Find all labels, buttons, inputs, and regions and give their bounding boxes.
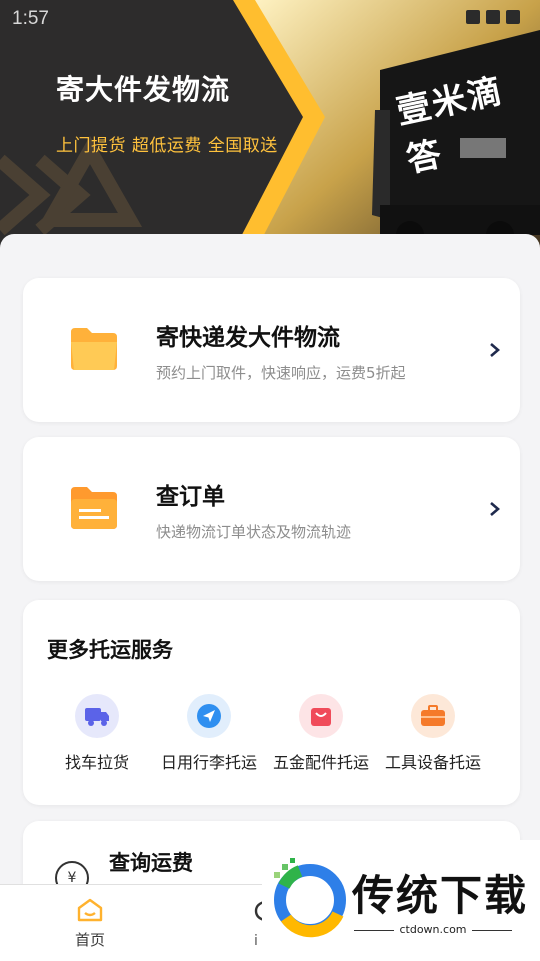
chevron-right-icon: [490, 502, 500, 516]
chevron-right-icon: [490, 343, 500, 357]
service-label: 五金配件托运: [272, 753, 369, 772]
banner-title: 寄大件发物流: [56, 73, 231, 106]
home-icon: [77, 898, 103, 922]
hero-banner[interactable]: 1:57 寄大件发物流 上门提货 超低运费 全国取送 壹米滴答: [0, 0, 540, 252]
card-description: 预约上门取件，快速响应，运费5折起: [156, 364, 406, 382]
watermark-logo-icon: [274, 858, 346, 938]
svg-text:i: i: [254, 933, 258, 949]
fee-title: 查询运费: [109, 851, 193, 875]
tab-home[interactable]: 首页: [60, 897, 120, 950]
watermark: 传统下载 ctdown.com: [262, 840, 540, 950]
check-order-card[interactable]: 查订单 快递物流订单状态及物流轨迹: [23, 437, 520, 581]
service-label: 找车拉货: [64, 753, 129, 772]
status-icons: [466, 10, 520, 24]
navigation-arrow-icon: [187, 694, 231, 738]
service-find-truck[interactable]: 找车拉货: [41, 694, 153, 773]
send-express-card[interactable]: 寄快递发大件物流 预约上门取件，快速响应，运费5折起: [23, 278, 520, 422]
folder-icon: [71, 328, 117, 370]
card-title: 寄快递发大件物流: [156, 325, 340, 351]
status-time: 1:57: [12, 8, 49, 29]
section-title: 更多托运服务: [47, 638, 173, 662]
banner-subtitle: 上门提货 超低运费 全国取送: [56, 136, 278, 156]
document-folder-icon: [71, 487, 117, 529]
card-title: 查订单: [156, 484, 225, 510]
service-tools[interactable]: 工具设备托运: [377, 694, 489, 773]
service-luggage[interactable]: 日用行李托运: [153, 694, 265, 773]
shopping-bag-icon: [299, 694, 343, 738]
watermark-url: ctdown.com: [354, 923, 512, 936]
service-label: 日用行李托运: [160, 753, 257, 772]
tab-label: 首页: [74, 931, 105, 949]
service-hardware[interactable]: 五金配件托运: [265, 694, 377, 773]
truck-icon: [75, 694, 119, 738]
toolbox-icon: [411, 694, 455, 738]
watermark-text: 传统下载: [352, 871, 529, 920]
card-description: 快递物流订单状态及物流轨迹: [156, 523, 352, 541]
more-services-card: 更多托运服务 找车拉货 日用行李托运 五金配件托运 工具设备托运: [23, 600, 520, 805]
service-label: 工具设备托运: [384, 753, 481, 772]
